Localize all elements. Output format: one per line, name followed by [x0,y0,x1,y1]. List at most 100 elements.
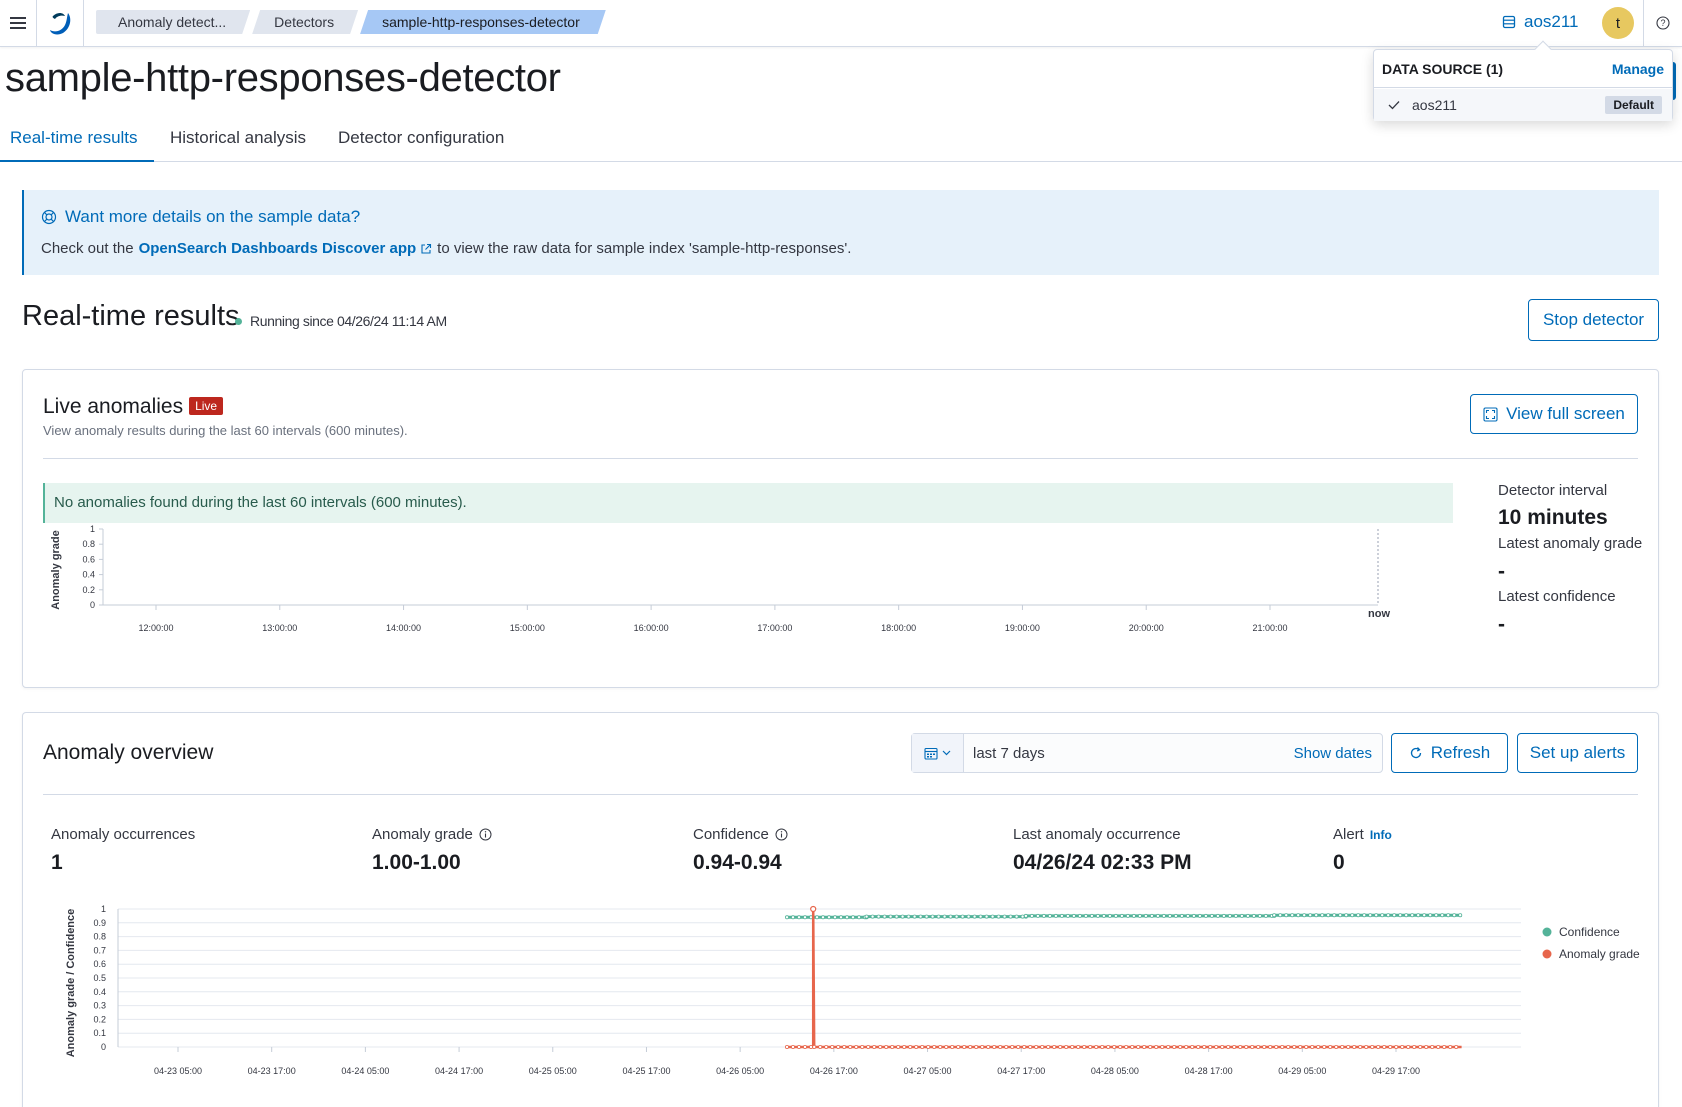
live-y-tick-label: 0.4 [82,570,95,580]
overview-divider [43,794,1638,795]
series-point [936,914,941,919]
stop-detector-button[interactable]: Stop detector [1528,299,1659,341]
date-range-value[interactable]: last 7 days [964,745,1294,762]
alert-info-link[interactable]: Info [1370,828,1392,842]
data-source-button[interactable]: aos211 [1502,0,1579,44]
series-point [1380,913,1385,918]
series-point [1370,1044,1375,1049]
series-point [938,1044,943,1049]
series-point [1424,1044,1429,1049]
series-point [803,1044,808,1049]
legend-anomaly-grade-label[interactable]: Anomaly grade [1559,947,1640,961]
series-point [1416,913,1421,918]
live-x-tick-label: 18:00:00 [881,623,916,633]
tab-detector-configuration[interactable]: Detector configuration [338,122,504,162]
live-badge: Live [189,397,224,415]
overview-y-tick-label: 1 [101,904,106,914]
anomaly-overview-chart: 0 0.1 0.2 0.3 0.4 0.5 0.6 0.7 0.8 0.9 1 04-23 05:00… [65,904,1640,1076]
overview-x-tick-label: 04-29 17:00 [1372,1066,1420,1076]
overview-y-tick-label: 0.1 [93,1028,106,1038]
refresh-button[interactable]: Refresh [1391,733,1508,773]
series-point [818,1044,823,1049]
series-point [996,914,1001,919]
confidence-value: 0.94-0.94 [693,851,782,874]
series-point [791,915,796,920]
series-point [1208,1044,1213,1049]
series-point [1239,913,1244,918]
live-y-tick-label: 0.2 [82,585,95,595]
breadcrumb-detectors[interactable]: Detectors [252,10,358,34]
data-source-option[interactable]: aos211 Default [1374,89,1672,121]
series-point [1023,913,1028,918]
series-point [914,1044,919,1049]
overview-x-tick-label: 04-29 05:00 [1278,1066,1326,1076]
discover-app-link[interactable]: OpenSearch Dashboards Discover app [139,240,433,257]
series-point [1394,1044,1399,1049]
breadcrumb-current-detector: sample-http-responses-detector [360,10,606,34]
external-link-icon [421,243,432,254]
series-point [1008,914,1013,919]
overview-y-tick-label: 0.7 [93,945,106,955]
series-point [1262,1044,1267,1049]
info-icon[interactable] [479,828,492,841]
series-point [912,914,917,919]
series-point [956,1044,961,1049]
series-point [1179,913,1184,918]
series-point [992,1044,997,1049]
live-x-tick-label: 19:00:00 [1005,623,1040,633]
set-up-alerts-button[interactable]: Set up alerts [1517,733,1638,773]
series-point [1434,913,1439,918]
series-point [1428,913,1433,918]
overview-y-tick-label: 0.9 [93,918,106,928]
overview-x-tick-label: 04-26 17:00 [810,1066,858,1076]
series-point [1251,913,1256,918]
series-point [1167,913,1172,918]
series-point [1278,913,1283,918]
manage-link[interactable]: Manage [1612,61,1664,77]
live-x-tick-label: 17:00:00 [757,623,792,633]
anomaly-peak-point[interactable] [810,905,817,913]
series-point [1125,913,1130,918]
overview-legend: Confidence Anomaly grade [1542,925,1640,961]
series-point [890,1044,895,1049]
series-point [845,915,850,920]
series-point [872,1044,877,1049]
series-point [1214,1044,1219,1049]
overview-x-tick-label: 04-23 17:00 [248,1066,296,1076]
anomaly-grade-stat: Anomaly grade [372,826,492,843]
tab-real-time-results[interactable]: Real-time results [0,122,154,162]
live-anomalies-subtitle: View anomaly results during the last 60 … [43,423,408,438]
overview-chart-axes: 0 0.1 0.2 0.3 0.4 0.5 0.6 0.7 0.8 0.9 1 04-23 05:00… [93,904,1521,1076]
series-point [785,915,790,920]
series-point [1202,1044,1207,1049]
series-point [1274,1044,1279,1049]
series-point [1004,1044,1009,1049]
series-line-confidence[interactable] [787,913,1462,919]
show-dates-link[interactable]: Show dates [1294,745,1382,762]
series-point [950,1044,955,1049]
opensearch-logo-icon[interactable] [38,0,84,46]
help-lifebuoy-icon [41,209,57,225]
series-point [1148,1044,1153,1049]
series-point [1386,913,1391,918]
series-point [1430,1044,1435,1049]
help-icon[interactable]: ? [1643,0,1682,46]
series-point [1440,913,1445,918]
breadcrumb-anomaly-detection[interactable]: Anomaly detect... [96,10,250,34]
last-anomaly-occurrence-label: Last anomaly occurrence [1013,826,1181,843]
series-point [1446,913,1451,918]
avatar[interactable]: t [1602,7,1634,39]
series-point [962,1044,967,1049]
data-source-option-label: aos211 [1412,97,1457,113]
date-quick-select[interactable] [912,734,964,772]
series-point [1131,913,1136,918]
series-point [1226,1044,1231,1049]
view-full-screen-button[interactable]: View full screen [1470,394,1638,434]
series-point [1185,913,1190,918]
info-icon[interactable] [775,828,788,841]
legend-confidence-label[interactable]: Confidence [1559,925,1620,939]
tab-historical-analysis[interactable]: Historical analysis [170,122,306,162]
series-point [1083,913,1088,918]
hamburger-menu-icon[interactable] [0,0,37,46]
series-point [1101,913,1106,918]
